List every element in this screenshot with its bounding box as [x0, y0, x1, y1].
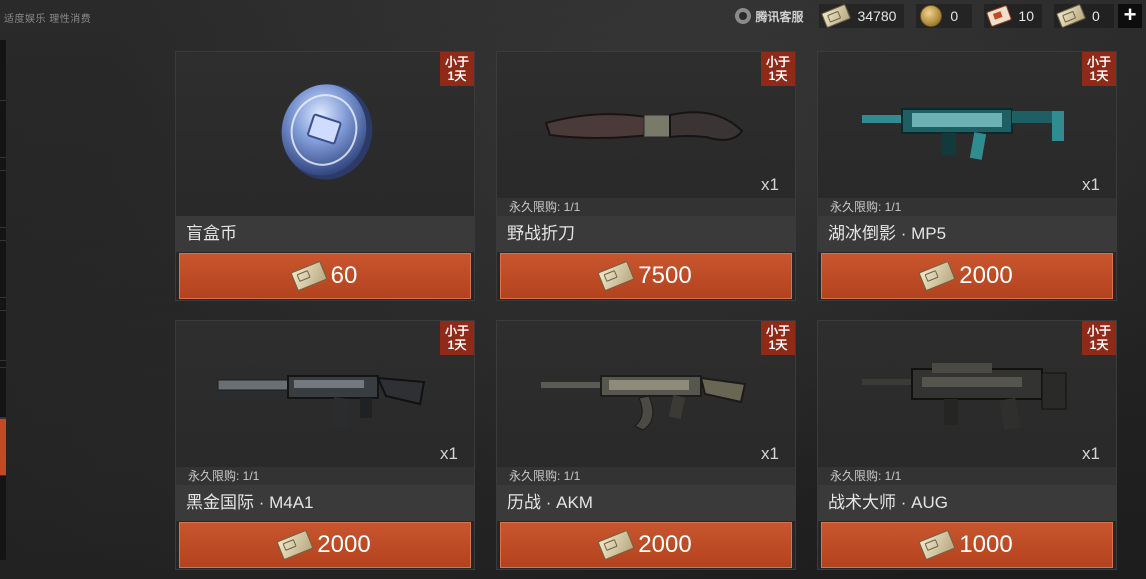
customer-service-button[interactable]: 腾讯客服	[735, 8, 803, 25]
customer-service-label: 腾讯客服	[755, 9, 804, 24]
side-nav-tab[interactable]	[0, 240, 6, 298]
item-quantity: x1	[440, 444, 458, 463]
side-nav-tab[interactable]	[0, 100, 6, 158]
ticket-icon	[597, 529, 635, 561]
currency-value: 34780	[857, 8, 897, 24]
knife-image	[497, 66, 795, 196]
ticket-icon	[918, 529, 956, 561]
time-limit-badge: 小于 1天	[440, 321, 474, 355]
time-limit-badge: 小于 1天	[761, 52, 795, 86]
item-quantity: x1	[1082, 444, 1100, 463]
buy-button[interactable]: 2000	[500, 522, 792, 568]
badge-line: 1天	[1089, 338, 1109, 352]
currency-value: 10	[1018, 8, 1034, 24]
shop-item-card[interactable]: 小于 1天 盲盒币 60	[175, 51, 475, 301]
time-limit-badge: 小于 1天	[440, 52, 474, 86]
buy-button[interactable]: 2000	[821, 253, 1113, 299]
ticket-icon	[918, 260, 956, 292]
item-name: 黑金国际 · M4A1	[176, 485, 474, 521]
buy-button[interactable]: 60	[179, 253, 471, 299]
blind-box-coin-image	[176, 66, 474, 196]
item-name: 湖冰倒影 · MP5	[818, 216, 1116, 252]
badge-line: 小于	[444, 55, 469, 69]
add-currency-button[interactable]: +	[1118, 4, 1142, 28]
price: 7500	[638, 262, 692, 289]
currency-card-voucher[interactable]: 10	[984, 4, 1042, 28]
purchase-limit: 永久限购: 1/1	[176, 467, 474, 485]
purchase-limit: 永久限购: 1/1	[497, 467, 795, 485]
price: 2000	[959, 262, 1013, 289]
ticket-icon	[821, 3, 852, 29]
shop-item-card[interactable]: 小于 1天 x1 永久限购: 1/1 历战 · AKM 2000	[496, 320, 796, 570]
badge-line: 1天	[447, 338, 467, 352]
side-nav-tab[interactable]	[0, 360, 6, 418]
badge-line: 1天	[447, 69, 467, 83]
ticket-icon	[1055, 3, 1087, 29]
badge-line: 1天	[1089, 69, 1109, 83]
item-quantity: x1	[1082, 175, 1100, 194]
shop-item-card[interactable]: 小于 1天 x1 永久限购: 1/1 野战折刀 7500	[496, 51, 796, 301]
time-limit-badge: 小于 1天	[1082, 52, 1116, 86]
time-limit-badge: 小于 1天	[1082, 321, 1116, 355]
price: 2000	[317, 531, 371, 558]
badge-line: 小于	[444, 324, 469, 338]
purchase-limit: 永久限购: 1/1	[818, 198, 1116, 216]
mp5-image	[818, 66, 1116, 196]
badge-line: 1天	[768, 69, 788, 83]
aug-image	[818, 335, 1116, 465]
ticket-icon	[276, 529, 314, 561]
ticket-icon	[597, 260, 635, 292]
m4a1-image	[176, 335, 474, 465]
badge-line: 小于	[765, 55, 790, 69]
ticket-icon	[290, 260, 328, 292]
shop-item-card[interactable]: 小于 1天 x1 永久限购: 1/1 战术大师 · AUG 1000	[817, 320, 1117, 570]
card-voucher-icon	[986, 4, 1013, 28]
side-nav-tab-active[interactable]	[0, 418, 6, 476]
badge-line: 小于	[1086, 324, 1111, 338]
akm-image	[497, 335, 795, 465]
currency-bar: 腾讯客服 34780 0 10 0 +	[735, 0, 1146, 32]
item-name: 盲盒币	[176, 216, 474, 252]
shop-item-card[interactable]: 小于 1天 x1 永久限购: 1/1 湖冰倒影 · MP5 2000	[817, 51, 1117, 301]
purchase-limit: 永久限购: 1/1	[818, 467, 1116, 485]
customer-service-icon	[735, 8, 752, 24]
badge-line: 小于	[1086, 55, 1111, 69]
buy-button[interactable]: 2000	[179, 522, 471, 568]
buy-button[interactable]: 1000	[821, 522, 1113, 568]
currency-ticket[interactable]: 34780	[819, 3, 905, 29]
health-notice: 适度娱乐 理性消费	[4, 14, 92, 25]
item-quantity: x1	[761, 175, 779, 194]
currency-gold-coin[interactable]: 0	[916, 4, 973, 28]
shop-item-card[interactable]: 小于 1天 x1 永久限购: 1/1 黑金国际 · M4A1 2000	[175, 320, 475, 570]
item-quantity: x1	[761, 444, 779, 463]
buy-button[interactable]: 7500	[500, 253, 792, 299]
shop-screen: 适度娱乐 理性消费 腾讯客服 34780 0 10 0 + 小于 1天 盲盒币 …	[0, 0, 1146, 579]
item-name: 战术大师 · AUG	[818, 485, 1116, 521]
currency-ticket-2[interactable]: 0	[1054, 3, 1114, 29]
badge-line: 小于	[765, 324, 790, 338]
side-nav-tab[interactable]	[0, 170, 6, 228]
currency-value: 0	[950, 8, 959, 24]
price: 1000	[959, 531, 1013, 558]
price: 2000	[638, 531, 692, 558]
item-name: 历战 · AKM	[497, 485, 795, 521]
price: 60	[330, 262, 358, 289]
badge-line: 1天	[768, 338, 788, 352]
side-nav-rail	[0, 40, 6, 560]
purchase-limit: 永久限购: 1/1	[497, 198, 795, 216]
time-limit-badge: 小于 1天	[761, 321, 795, 355]
currency-value: 0	[1092, 8, 1100, 24]
gold-coin-icon	[920, 5, 943, 27]
item-name: 野战折刀	[497, 216, 795, 252]
